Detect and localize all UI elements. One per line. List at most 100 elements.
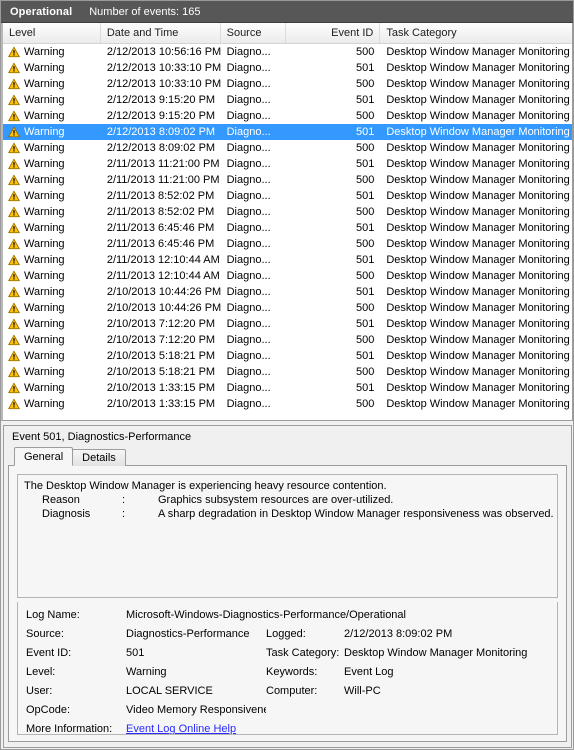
event-row-task-category: Desktop Window Manager Monitoring [386, 222, 570, 234]
more-information-label: More Information: [26, 723, 113, 735]
computer-value: Will-PC [344, 685, 381, 698]
event-row-datetime: 2/10/2013 10:44:26 PM [106, 302, 221, 314]
event-row-level-label: Warning [24, 382, 65, 394]
event-viewer-window: Operational Number of events: 165 Level … [0, 0, 574, 750]
event-row[interactable]: Warning 2/10/2013 7:12:20 PM Diagno... 501 D… [3, 316, 572, 332]
event-row-task-category: Desktop Window Manager Monitoring [386, 286, 570, 298]
event-row-task-category: Desktop Window Manager Monitoring [386, 318, 570, 330]
event-row-level-label: Warning [24, 254, 65, 266]
event-row[interactable]: Warning 2/10/2013 10:44:26 PM Diagno... 500… [3, 300, 572, 316]
event-row-source: Diagno... [226, 318, 271, 330]
event-row-datetime: 2/10/2013 5:18:21 PM [106, 366, 216, 378]
event-row-event-id: 501 [355, 318, 375, 330]
event-list-pane: Level Date and Time Source Event ID Task… [1, 23, 573, 421]
column-header-level[interactable]: Level [3, 23, 101, 43]
event-row-source: Diagno... [226, 158, 271, 170]
property-row-event-id-task-category: Event ID: 501 Task Category: Desktop Win… [26, 647, 557, 666]
event-row-datetime: 2/11/2013 8:52:02 PM [106, 206, 215, 218]
logged-label: Logged: [266, 628, 306, 641]
diagnosis-label: Diagnosis [42, 508, 91, 520]
column-header-task-category[interactable]: Task Category [380, 23, 572, 43]
event-row[interactable]: Warning 2/12/2013 10:56:16 PM Diagno... 500… [3, 44, 572, 60]
event-row-source: Diagno... [226, 398, 271, 410]
event-row-datetime: 2/10/2013 10:44:26 PM [106, 286, 221, 298]
event-row-datetime: 2/10/2013 7:12:20 PM [106, 334, 216, 346]
level-label: Level: [26, 666, 56, 679]
event-row[interactable]: Warning 2/10/2013 1:33:15 PM Diagno... 500 D… [3, 396, 572, 412]
tab-details[interactable]: Details [72, 449, 126, 466]
event-row-event-id: 501 [355, 382, 375, 394]
event-row-level: Warning [3, 350, 101, 362]
logged-value: 2/12/2013 8:09:02 PM [344, 628, 453, 641]
event-row-event-id: 501 [355, 222, 375, 234]
event-row-level-label: Warning [24, 110, 65, 122]
event-row-event-id: 500 [355, 366, 375, 378]
event-row[interactable]: Warning 2/11/2013 12:10:44 AM Diagno... 501… [3, 252, 572, 268]
event-row-source: Diagno... [226, 222, 271, 234]
opcode-label: OpCode: [26, 704, 71, 717]
level-value: Warning [126, 666, 167, 679]
event-row-level-label: Warning [24, 62, 65, 74]
event-row[interactable]: Warning 2/12/2013 10:33:10 PM Diagno... 500… [3, 76, 572, 92]
event-row[interactable]: Warning 2/12/2013 9:15:20 PM Diagno... 500 D… [3, 108, 572, 124]
event-row-datetime: 2/10/2013 1:33:15 PM [106, 382, 216, 394]
event-row-datetime: 2/10/2013 5:18:21 PM [106, 350, 216, 362]
event-row-event-id: 500 [355, 142, 375, 154]
event-row-source: Diagno... [226, 286, 271, 298]
log-name-value: Microsoft-Windows-Diagnostics-Performanc… [126, 609, 406, 622]
event-row[interactable]: Warning 2/10/2013 7:12:20 PM Diagno... 500 D… [3, 332, 572, 348]
event-message-box[interactable]: The Desktop Window Manager is experienci… [17, 474, 558, 599]
event-row[interactable]: Warning 2/10/2013 10:44:26 PM Diagno... 501… [3, 284, 572, 300]
event-row-source: Diagno... [226, 174, 271, 186]
property-row-source-logged: Source: Diagnostics-Performance Logged: … [26, 628, 557, 647]
event-row-task-category: Desktop Window Manager Monitoring [386, 366, 570, 378]
event-row-task-category: Desktop Window Manager Monitoring [386, 78, 570, 90]
event-row[interactable]: Warning 2/11/2013 11:21:00 PM Diagno... 500… [3, 172, 572, 188]
event-row[interactable]: Warning 2/10/2013 1:33:15 PM Diagno... 501 D… [3, 380, 572, 396]
keywords-label: Keywords: [266, 666, 318, 679]
event-row[interactable]: Warning 2/11/2013 12:10:44 AM Diagno... 500… [3, 268, 572, 284]
event-row[interactable]: Warning 2/11/2013 6:45:46 PM Diagno... 501 D… [3, 220, 572, 236]
event-log-online-help-link[interactable]: Event Log Online Help [126, 723, 236, 734]
event-row[interactable]: Warning 2/12/2013 8:09:02 PM Diagno... 501 D… [3, 124, 572, 140]
event-row-datetime: 2/10/2013 1:33:15 PM [106, 398, 216, 410]
event-message-diagnosis: Diagnosis : A sharp degradation in Deskt… [24, 507, 554, 521]
event-row[interactable]: Warning 2/12/2013 10:33:10 PM Diagno... 501… [3, 60, 572, 76]
warning-icon [8, 78, 20, 90]
event-row-level: Warning [3, 398, 101, 410]
event-row-task-category: Desktop Window Manager Monitoring [386, 382, 570, 394]
event-row[interactable]: Warning 2/12/2013 9:15:20 PM Diagno... 501 D… [3, 92, 572, 108]
source-value: Diagnostics-Performance [126, 628, 250, 641]
computer-label: Computer: [266, 685, 318, 698]
event-row[interactable]: Warning 2/11/2013 11:21:00 PM Diagno... 501… [3, 156, 572, 172]
event-row-datetime: 2/12/2013 10:33:10 PM [106, 62, 221, 74]
detail-tab-body: The Desktop Window Manager is experienci… [8, 465, 567, 742]
event-detail-pane: Event 501, Diagnostics-Performance Gener… [3, 425, 572, 748]
column-header-event-id[interactable]: Event ID [286, 23, 381, 43]
column-header-date-and-time[interactable]: Date and Time [101, 23, 221, 43]
log-caption-bar: Operational Number of events: 165 [1, 1, 573, 23]
event-row[interactable]: Warning 2/10/2013 5:18:21 PM Diagno... 500 D… [3, 364, 572, 380]
event-row[interactable]: Warning 2/11/2013 8:52:02 PM Diagno... 500 D… [3, 204, 572, 220]
event-row[interactable]: Warning 2/12/2013 8:09:02 PM Diagno... 500 D… [3, 140, 572, 156]
event-row-source: Diagno... [226, 238, 271, 250]
event-row-task-category: Desktop Window Manager Monitoring [386, 94, 570, 106]
warning-icon [8, 158, 20, 170]
column-header-source[interactable]: Source [221, 23, 286, 43]
event-row-event-id: 501 [355, 158, 375, 170]
event-row-event-id: 501 [355, 126, 375, 138]
event-row-level: Warning [3, 206, 101, 218]
event-row-task-category: Desktop Window Manager Monitoring [386, 334, 570, 346]
event-row[interactable]: Warning 2/11/2013 8:52:02 PM Diagno... 501 D… [3, 188, 572, 204]
event-row[interactable]: Warning 2/11/2013 6:45:46 PM Diagno... 500 D… [3, 236, 572, 252]
property-row-user-computer: User: LOCAL SERVICE Computer: Will-PC [26, 685, 557, 704]
event-row-task-category: Desktop Window Manager Monitoring [386, 206, 570, 218]
detail-tab-strip: General Details [4, 447, 571, 466]
warning-icon [8, 94, 20, 106]
warning-icon [8, 398, 20, 410]
event-row-source: Diagno... [226, 78, 271, 90]
tab-general[interactable]: General [14, 447, 74, 466]
event-row-level: Warning [3, 238, 101, 250]
event-row[interactable]: Warning 2/10/2013 5:18:21 PM Diagno... 501 D… [3, 348, 572, 364]
event-row-event-id: 500 [355, 270, 375, 282]
